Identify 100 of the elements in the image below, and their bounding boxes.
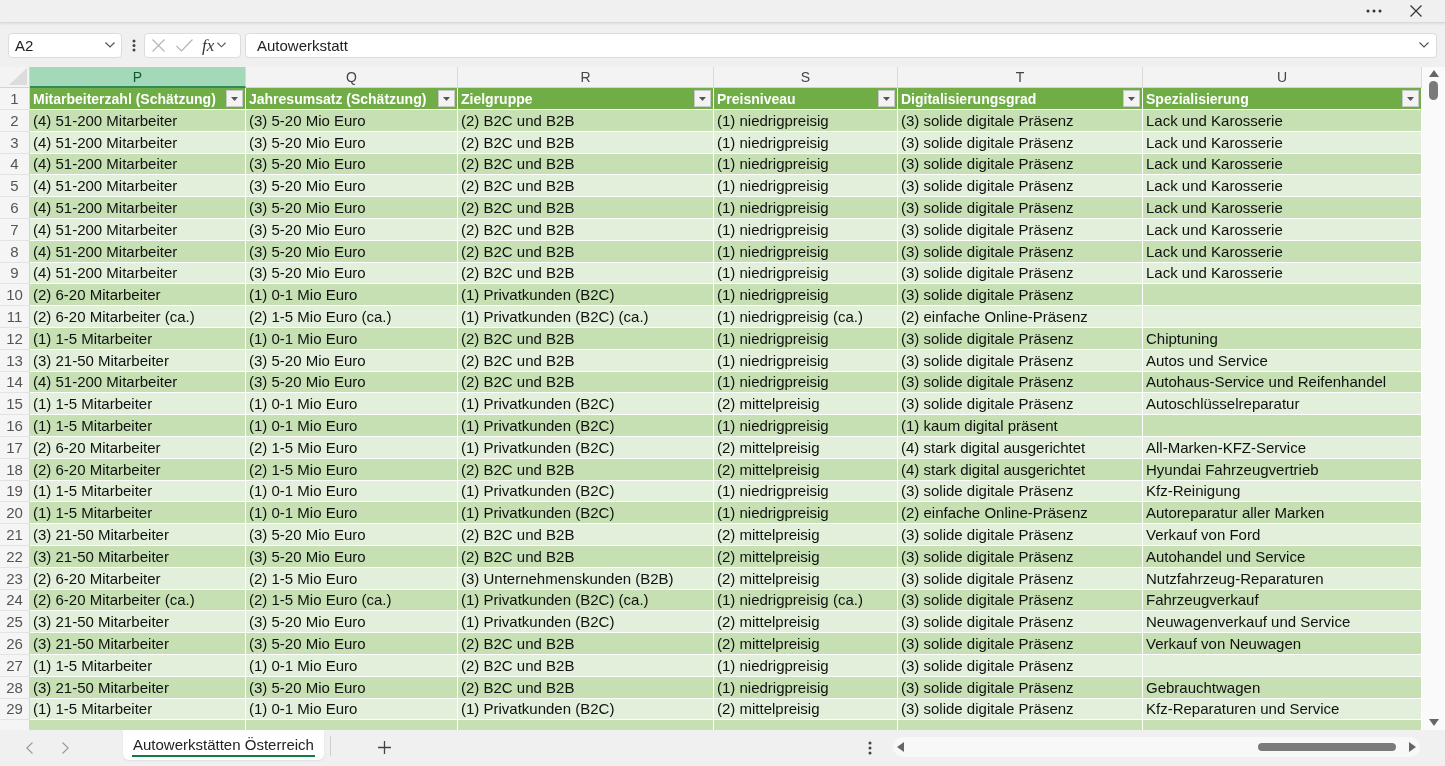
- table-cell: (1) 1-5 Mitarbeiter: [30, 480, 246, 503]
- column-header[interactable]: R: [458, 67, 714, 88]
- row-header[interactable]: 27: [0, 654, 30, 677]
- row-header[interactable]: 25: [0, 611, 30, 634]
- name-box[interactable]: A2: [8, 32, 122, 58]
- table-cell: Autoschlüsselreparatur: [1143, 393, 1422, 416]
- scroll-right-icon[interactable]: [1409, 742, 1416, 752]
- table-cell: Lack und Karosserie: [1143, 110, 1422, 132]
- row-header[interactable]: 5: [0, 175, 30, 198]
- row-header[interactable]: 26: [0, 633, 30, 655]
- row-header[interactable]: 17: [0, 436, 30, 459]
- table-cell: Kfz-Reinigung: [1143, 480, 1422, 503]
- horizontal-scrollbar[interactable]: [893, 737, 1420, 757]
- insert-function-button[interactable]: fx: [202, 36, 215, 54]
- row-header[interactable]: 3: [0, 131, 30, 154]
- table-cell: (2) B2C und B2B: [458, 654, 714, 677]
- table-cell: (2) B2C und B2B: [458, 545, 714, 568]
- more-icon[interactable]: [1366, 9, 1382, 13]
- scroll-up-icon[interactable]: [1428, 70, 1439, 77]
- row-header[interactable]: 29: [0, 698, 30, 721]
- table-cell: (3) 5-20 Mio Euro: [246, 153, 458, 176]
- table-cell: (3) 5-20 Mio Euro: [246, 349, 458, 372]
- table-cell: (1) 0-1 Mio Euro: [246, 415, 458, 437]
- filter-button[interactable]: [1402, 90, 1419, 107]
- row-header[interactable]: 9: [0, 262, 30, 285]
- close-icon[interactable]: [1410, 5, 1422, 17]
- row-header[interactable]: 28: [0, 676, 30, 699]
- table-cell: (3) 5-20 Mio Euro: [246, 545, 458, 568]
- table-cell: Autohandel und Service: [1143, 545, 1422, 568]
- row-header[interactable]: 7: [0, 219, 30, 241]
- filter-button[interactable]: [694, 90, 711, 107]
- row-header[interactable]: 18: [0, 458, 30, 481]
- table-cell: (3) 5-20 Mio Euro: [246, 131, 458, 154]
- table-cell: Verkauf von Neuwagen: [1143, 633, 1422, 655]
- row-header[interactable]: 4: [0, 153, 30, 176]
- table-cell: (1) niedrigpreisig: [714, 131, 898, 154]
- column-header[interactable]: Q: [246, 67, 458, 88]
- plus-icon[interactable]: [377, 741, 391, 754]
- table-cell: (1) niedrigpreisig: [714, 349, 898, 372]
- row-header[interactable]: 2: [0, 110, 30, 132]
- caret-down-icon: [1128, 96, 1135, 101]
- filter-button[interactable]: [226, 90, 243, 107]
- table-cell: (3) solide digitale Präsenz: [898, 676, 1143, 699]
- chevron-down-icon[interactable]: [1419, 42, 1429, 48]
- table-cell: (3) solide digitale Präsenz: [898, 240, 1143, 263]
- scroll-down-icon[interactable]: [1428, 719, 1439, 726]
- row-header[interactable]: 21: [0, 524, 30, 546]
- row-header[interactable]: 12: [0, 327, 30, 350]
- row-header[interactable]: 13: [0, 349, 30, 372]
- more-vertical-icon[interactable]: [132, 38, 136, 52]
- table-cell: Kfz-Reparaturen und Service: [1143, 698, 1422, 721]
- row-header[interactable]: 20: [0, 502, 30, 525]
- filter-button[interactable]: [878, 90, 895, 107]
- caret-down-icon: [231, 96, 238, 101]
- row-header[interactable]: 14: [0, 371, 30, 394]
- table-cell: Autoreparatur aller Marken: [1143, 502, 1422, 525]
- table-cell: (4) 51-200 Mitarbeiter: [30, 197, 246, 219]
- row-header[interactable]: 15: [0, 393, 30, 416]
- check-icon[interactable]: [176, 38, 193, 52]
- table-cell: (4) 51-200 Mitarbeiter: [30, 219, 246, 241]
- table-cell: (1) 0-1 Mio Euro: [246, 284, 458, 307]
- table-cell: Lack und Karosserie: [1143, 153, 1422, 176]
- row-header[interactable]: 23: [0, 567, 30, 590]
- column-header[interactable]: U: [1143, 67, 1422, 88]
- vertical-scrollbar[interactable]: [1422, 67, 1445, 730]
- row-header[interactable]: 1: [0, 88, 30, 110]
- table-cell: (4) 51-200 Mitarbeiter: [30, 175, 246, 198]
- row-header[interactable]: 11: [0, 306, 30, 328]
- table-cell: Lack und Karosserie: [1143, 262, 1422, 285]
- scrollbar-thumb[interactable]: [1429, 81, 1438, 100]
- row-header[interactable]: 24: [0, 589, 30, 612]
- row-header[interactable]: 10: [0, 284, 30, 307]
- table-cell: (3) solide digitale Präsenz: [898, 262, 1143, 285]
- more-vertical-icon[interactable]: [868, 741, 872, 755]
- row-header[interactable]: 19: [0, 480, 30, 503]
- row-header[interactable]: 16: [0, 415, 30, 437]
- sheet-tab[interactable]: Autowerkstätten Österreich: [123, 730, 324, 760]
- row-header[interactable]: 6: [0, 197, 30, 219]
- table-cell: (1) niedrigpreisig: [714, 676, 898, 699]
- chevron-down-icon[interactable]: [105, 42, 115, 48]
- row-header[interactable]: 8: [0, 240, 30, 263]
- table-cell: (1) niedrigpreisig: [714, 502, 898, 525]
- filter-button[interactable]: [1123, 90, 1140, 107]
- column-header[interactable]: P: [30, 67, 246, 88]
- scrollbar-thumb[interactable]: [1258, 743, 1396, 751]
- table-cell: (3) 5-20 Mio Euro: [246, 240, 458, 263]
- scroll-left-icon[interactable]: [897, 742, 904, 752]
- table-cell: (2) B2C und B2B: [458, 197, 714, 219]
- row-header[interactable]: 22: [0, 545, 30, 568]
- table-cell: Verkauf von Ford: [1143, 524, 1422, 546]
- filter-button[interactable]: [438, 90, 455, 107]
- table-cell: (2) 6-20 Mitarbeiter: [30, 284, 246, 307]
- table-cell: (1) niedrigpreisig: [714, 371, 898, 394]
- table-cell: (2) 6-20 Mitarbeiter (ca.): [30, 306, 246, 328]
- column-header[interactable]: T: [898, 67, 1143, 88]
- column-header[interactable]: S: [714, 67, 898, 88]
- table-cell: (2) mittelpreisig: [714, 698, 898, 721]
- table-cell: (1) kaum digital präsent: [898, 415, 1143, 437]
- chevron-down-icon[interactable]: [217, 42, 227, 48]
- formula-input[interactable]: Autowerkstatt: [245, 32, 1437, 58]
